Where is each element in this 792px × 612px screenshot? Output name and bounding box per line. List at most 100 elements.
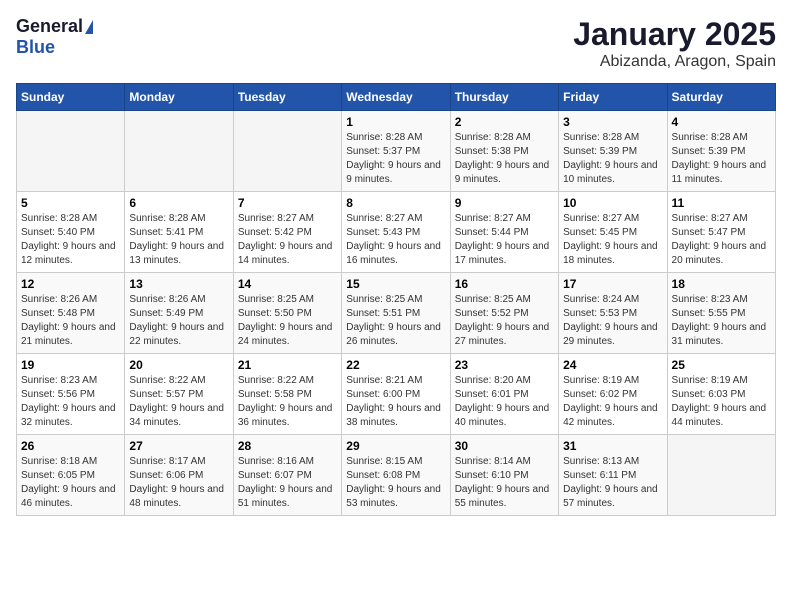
day-number: 6 — [129, 196, 228, 210]
sunset-label: Sunset: 6:11 PM — [563, 470, 636, 481]
sunrise-label: Sunrise: 8:19 AM — [672, 375, 748, 386]
day-number: 1 — [346, 115, 445, 129]
sunrise-label: Sunrise: 8:22 AM — [129, 375, 205, 386]
calendar-week-2: 5Sunrise: 8:28 AMSunset: 5:40 PMDaylight… — [17, 192, 776, 273]
sunset-label: Sunset: 5:40 PM — [21, 227, 95, 238]
calendar-cell: 8Sunrise: 8:27 AMSunset: 5:43 PMDaylight… — [342, 192, 450, 273]
sunrise-label: Sunrise: 8:27 AM — [563, 213, 639, 224]
calendar-cell — [233, 111, 341, 192]
sunrise-label: Sunrise: 8:18 AM — [21, 456, 97, 467]
day-info: Sunrise: 8:17 AMSunset: 6:06 PMDaylight:… — [129, 455, 228, 511]
sunrise-label: Sunrise: 8:14 AM — [455, 456, 531, 467]
logo: General Blue — [16, 16, 93, 58]
sunrise-label: Sunrise: 8:25 AM — [238, 294, 314, 305]
day-info: Sunrise: 8:26 AMSunset: 5:49 PMDaylight:… — [129, 293, 228, 349]
day-info: Sunrise: 8:28 AMSunset: 5:41 PMDaylight:… — [129, 212, 228, 268]
day-info: Sunrise: 8:25 AMSunset: 5:51 PMDaylight:… — [346, 293, 445, 349]
sunset-label: Sunset: 5:58 PM — [238, 389, 312, 400]
day-info: Sunrise: 8:22 AMSunset: 5:57 PMDaylight:… — [129, 374, 228, 430]
daylight-label: Daylight: 9 hours and 9 minutes. — [346, 160, 441, 185]
daylight-label: Daylight: 9 hours and 26 minutes. — [346, 322, 441, 347]
day-info: Sunrise: 8:28 AM Sunset: 5:38 PM Daylight:… — [455, 131, 554, 187]
daylight-label: Daylight: 9 hours and 51 minutes. — [238, 484, 333, 509]
sunset-label: Sunset: 5:57 PM — [129, 389, 203, 400]
daylight-label: Daylight: 9 hours and 27 minutes. — [455, 322, 550, 347]
daylight-label: Daylight: 9 hours and 21 minutes. — [21, 322, 116, 347]
sunrise-label: Sunrise: 8:28 AM — [563, 132, 639, 143]
calendar-cell: 24Sunrise: 8:19 AMSunset: 6:02 PMDayligh… — [559, 354, 667, 435]
calendar-cell: 20Sunrise: 8:22 AMSunset: 5:57 PMDayligh… — [125, 354, 233, 435]
sunset-label: Sunset: 5:55 PM — [672, 308, 746, 319]
day-number: 7 — [238, 196, 337, 210]
day-info: Sunrise: 8:18 AMSunset: 6:05 PMDaylight:… — [21, 455, 120, 511]
day-number: 29 — [346, 439, 445, 453]
sunset-label: Sunset: 5:53 PM — [563, 308, 637, 319]
calendar-cell — [125, 111, 233, 192]
calendar-cell: 1 Sunrise: 8:28 AM Sunset: 5:37 PM Daylight… — [342, 111, 450, 192]
calendar-cell — [17, 111, 125, 192]
daylight-label: Daylight: 9 hours and 22 minutes. — [129, 322, 224, 347]
sunset-label: Sunset: 5:48 PM — [21, 308, 95, 319]
calendar-cell: 29 Sunrise: 8:15 AMSunset: 6:08 PMDayligh… — [342, 435, 450, 516]
daylight-label: Daylight: 9 hours and 18 minutes. — [563, 241, 658, 266]
sunrise-label: Sunrise: 8:28 AM — [346, 132, 422, 143]
day-info: Sunrise: 8:28 AMSunset: 5:39 PMDaylight:… — [672, 131, 771, 187]
day-header-friday: Friday — [559, 84, 667, 111]
calendar-cell: 5Sunrise: 8:28 AMSunset: 5:40 PMDaylight… — [17, 192, 125, 273]
calendar-cell: 27 Sunrise: 8:17 AMSunset: 6:06 PMDayligh… — [125, 435, 233, 516]
day-number: 19 — [21, 358, 120, 372]
sunset-label: Sunset: 5:52 PM — [455, 308, 529, 319]
daylight-label: Daylight: 9 hours and 16 minutes. — [346, 241, 441, 266]
day-header-monday: Monday — [125, 84, 233, 111]
day-number: 25 — [672, 358, 771, 372]
calendar-cell: 23Sunrise: 8:20 AMSunset: 6:01 PMDayligh… — [450, 354, 558, 435]
sunrise-label: Sunrise: 8:23 AM — [672, 294, 748, 305]
day-number: 30 — [455, 439, 554, 453]
day-info: Sunrise: 8:15 AMSunset: 6:08 PMDaylight:… — [346, 455, 445, 511]
day-number: 26 — [21, 439, 120, 453]
sunset-label: Sunset: 5:47 PM — [672, 227, 746, 238]
day-number: 27 — [129, 439, 228, 453]
sunset-label: Sunset: 5:49 PM — [129, 308, 203, 319]
sunrise-label: Sunrise: 8:28 AM — [455, 132, 531, 143]
calendar-cell: 3Sunrise: 8:28 AMSunset: 5:39 PMDaylight… — [559, 111, 667, 192]
sunrise-label: Sunrise: 8:27 AM — [455, 213, 531, 224]
sunrise-label: Sunrise: 8:26 AM — [21, 294, 97, 305]
sunrise-label: Sunrise: 8:21 AM — [346, 375, 422, 386]
day-info: Sunrise: 8:21 AMSunset: 6:00 PMDaylight:… — [346, 374, 445, 430]
daylight-label: Daylight: 9 hours and 53 minutes. — [346, 484, 441, 509]
sunset-label: Sunset: 5:37 PM — [346, 146, 420, 157]
day-header-thursday: Thursday — [450, 84, 558, 111]
daylight-label: Daylight: 9 hours and 57 minutes. — [563, 484, 658, 509]
calendar-cell: 18Sunrise: 8:23 AMSunset: 5:55 PMDayligh… — [667, 273, 775, 354]
sunset-label: Sunset: 5:43 PM — [346, 227, 420, 238]
daylight-label: Daylight: 9 hours and 32 minutes. — [21, 403, 116, 428]
daylight-label: Daylight: 9 hours and 9 minutes. — [455, 160, 550, 185]
sunrise-label: Sunrise: 8:23 AM — [21, 375, 97, 386]
day-info: Sunrise: 8:25 AM Sunset: 5:52 PM Daylight:… — [455, 293, 554, 349]
day-number: 31 — [563, 439, 662, 453]
sunset-label: Sunset: 6:01 PM — [455, 389, 529, 400]
day-info: Sunrise: 8:28 AM Sunset: 5:37 PM Daylight:… — [346, 131, 445, 187]
sunset-label: Sunset: 6:08 PM — [346, 470, 420, 481]
sunset-label: Sunset: 6:06 PM — [129, 470, 203, 481]
daylight-label: Daylight: 9 hours and 29 minutes. — [563, 322, 658, 347]
sunrise-label: Sunrise: 8:19 AM — [563, 375, 639, 386]
calendar-title: January 2025 — [573, 16, 776, 53]
day-info: Sunrise: 8:23 AMSunset: 5:56 PMDaylight:… — [21, 374, 120, 430]
day-info: Sunrise: 8:27 AMSunset: 5:47 PMDaylight:… — [672, 212, 771, 268]
calendar-cell: 25Sunrise: 8:19 AMSunset: 6:03 PMDayligh… — [667, 354, 775, 435]
calendar-cell: 14Sunrise: 8:25 AMSunset: 5:50 PMDayligh… — [233, 273, 341, 354]
daylight-label: Daylight: 9 hours and 48 minutes. — [129, 484, 224, 509]
calendar-cell: 26 Sunrise: 8:18 AMSunset: 6:05 PMDayligh… — [17, 435, 125, 516]
daylight-label: Daylight: 9 hours and 24 minutes. — [238, 322, 333, 347]
sunset-label: Sunset: 5:41 PM — [129, 227, 203, 238]
day-number: 12 — [21, 277, 120, 291]
day-info: Sunrise: 8:25 AMSunset: 5:50 PMDaylight:… — [238, 293, 337, 349]
sunset-label: Sunset: 6:10 PM — [455, 470, 529, 481]
sunrise-label: Sunrise: 8:28 AM — [672, 132, 748, 143]
sunrise-label: Sunrise: 8:27 AM — [238, 213, 314, 224]
logo-blue-text: Blue — [16, 37, 55, 57]
sunset-label: Sunset: 5:38 PM — [455, 146, 529, 157]
sunrise-label: Sunrise: 8:25 AM — [455, 294, 531, 305]
